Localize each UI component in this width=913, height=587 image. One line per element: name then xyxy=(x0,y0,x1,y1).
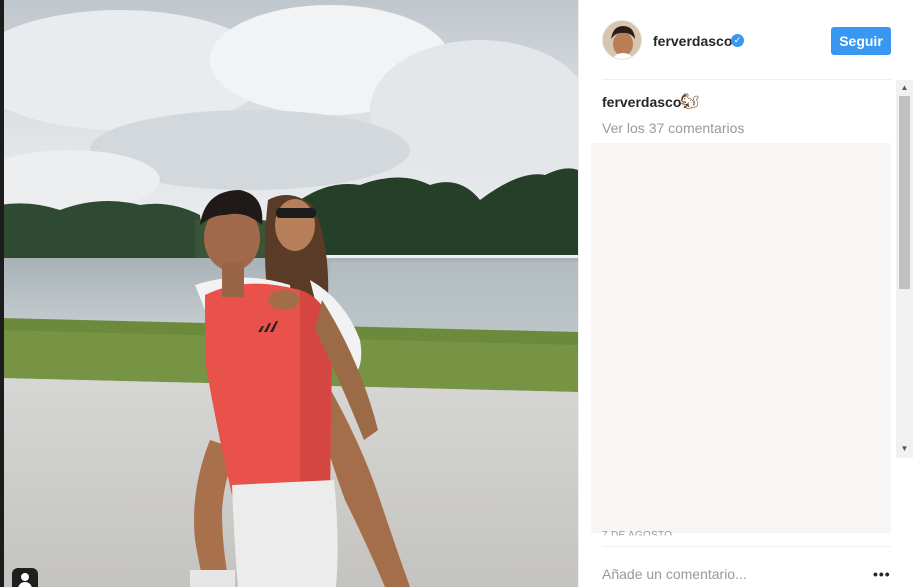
view-comments-link[interactable]: Ver los 37 comentarios xyxy=(602,120,744,136)
post-side-panel: ferverdasco ✓ Seguir ferverdasco 🐿 Ver l… xyxy=(578,0,913,587)
avatar[interactable] xyxy=(602,20,642,60)
comment-divider xyxy=(602,546,891,547)
window-edge xyxy=(0,0,4,587)
follow-button[interactable]: Seguir xyxy=(831,27,891,55)
scroll-up-arrow-icon[interactable]: ▲ xyxy=(896,81,913,95)
post-header: ferverdasco ✓ Seguir xyxy=(579,0,913,80)
scrollbar-thumb[interactable] xyxy=(899,96,910,289)
user-tag-icon[interactable] xyxy=(12,568,38,587)
header-username[interactable]: ferverdasco xyxy=(653,33,732,49)
post-photo[interactable] xyxy=(0,0,578,587)
verified-badge-icon: ✓ xyxy=(731,34,744,47)
comment-input[interactable] xyxy=(602,563,852,585)
comments-area: ferverdasco 🐿 Ver los 37 comentarios xyxy=(579,80,913,540)
caption-username[interactable]: ferverdasco xyxy=(602,94,681,110)
avatar-image xyxy=(603,21,641,59)
more-options-icon[interactable]: ••• xyxy=(873,566,891,582)
comments-loading-placeholder xyxy=(591,143,891,533)
scroll-down-arrow-icon[interactable]: ▼ xyxy=(896,442,913,456)
caption-text: 🐿 xyxy=(680,93,700,110)
photo-image xyxy=(0,0,578,587)
